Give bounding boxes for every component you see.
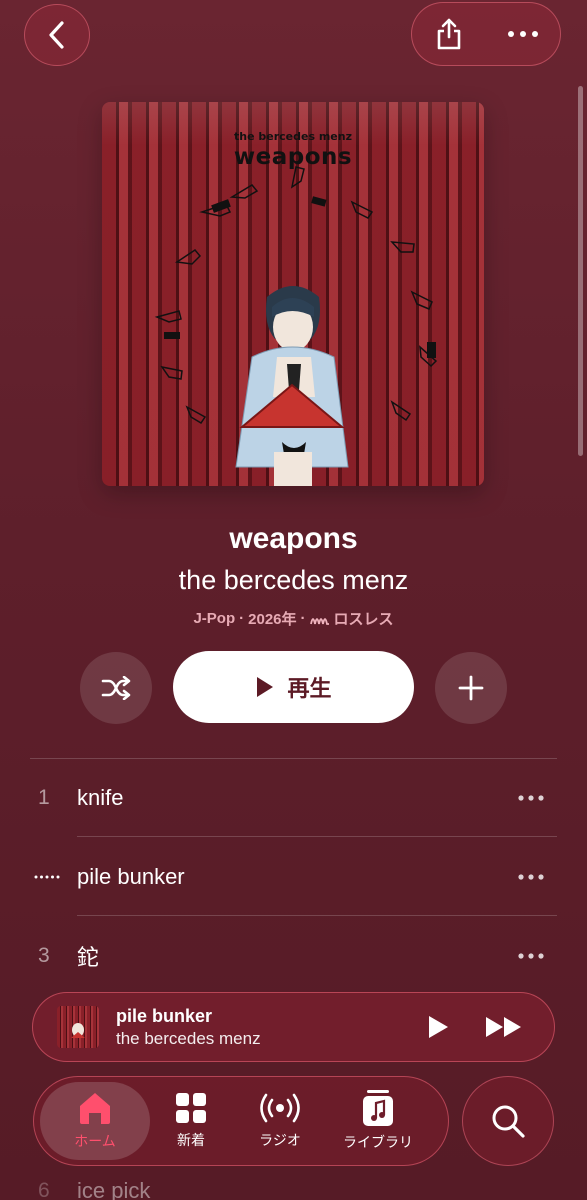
add-to-library-button[interactable] [435,652,507,724]
track-number: 3 [38,944,50,967]
track-more-button[interactable] [501,941,561,971]
divider [77,836,557,837]
track-title: pile bunker [77,864,185,889]
radio-icon [260,1093,300,1123]
album-year: 2026年 [248,611,297,628]
plus-icon [458,675,484,701]
artwork-thumbnail [71,1023,85,1038]
track-number: 1 [38,786,50,809]
scrollbar[interactable] [578,86,583,456]
divider [77,915,557,916]
track-row[interactable]: 6 ice pick [0,1176,587,1200]
album-artwork: the bercedes menz weapons [102,102,484,486]
chevron-left-icon [49,21,64,49]
now-playing-indicator [0,874,77,880]
tab-radio[interactable]: ラジオ [232,1082,328,1160]
album-meta: J-Pop · 2026年 · ロスレス [0,608,587,629]
album-title: weapons [229,522,358,555]
artwork-title-text: weapons [233,144,353,170]
play-button[interactable]: 再生 [173,651,414,723]
tab-new[interactable]: 新着 [150,1082,232,1160]
album-quality: ロスレス [333,611,394,628]
ellipsis-icon [508,31,538,37]
tab-bar: ホーム 新着 ラジオ ライブラリ [33,1076,449,1166]
tab-label: ホーム [74,1133,116,1149]
tab-label: ラジオ [259,1132,301,1148]
track-number: 6 [38,1179,50,1200]
header-actions [411,2,561,66]
track-row[interactable]: pile bunker [0,838,587,916]
mini-player-artist: the bercedes menz [116,1028,261,1048]
ellipsis-icon [518,874,544,880]
track-title: ice pick [77,1178,151,1200]
track-title: knife [77,785,124,810]
mini-player-artwork [57,1006,99,1048]
album-artist-link[interactable]: the bercedes menz [0,565,587,596]
fast-forward-icon [486,1017,521,1037]
mini-play-button[interactable] [418,1007,458,1047]
track-more-button[interactable] [501,783,561,813]
more-button[interactable] [493,6,553,62]
ellipsis-icon [518,795,544,801]
shuffle-button[interactable] [80,652,152,724]
tab-library[interactable]: ライブラリ [328,1082,428,1160]
share-icon [437,18,461,50]
meta-separator: · [300,610,306,627]
tab-home[interactable]: ホーム [40,1082,150,1160]
track-more-button[interactable] [501,862,561,892]
play-icon [429,1016,448,1038]
music-library-icon [363,1090,393,1126]
grid-icon [176,1093,206,1123]
mini-forward-button[interactable] [484,1007,524,1047]
tab-label: ライブラリ [343,1134,413,1150]
album-genre: J-Pop [193,610,236,627]
home-icon [80,1093,110,1124]
track-title: 鉈 [77,945,100,970]
shuffle-icon [101,676,131,700]
artwork-artist-text: the bercedes menz [234,130,352,143]
mini-player-text: pile bunker the bercedes menz [116,1006,418,1049]
tab-label: 新着 [177,1132,205,1148]
play-icon [257,677,274,697]
search-icon [492,1105,525,1138]
track-row[interactable]: 3 鉈 [0,917,587,995]
share-button[interactable] [419,6,479,62]
now-playing-icon [34,875,60,879]
lossless-icon [309,617,329,625]
play-button-label: 再生 [287,676,332,701]
ellipsis-icon [518,953,544,959]
mini-player[interactable]: pile bunker the bercedes menz [32,992,555,1062]
search-button[interactable] [462,1076,554,1166]
mini-player-title: pile bunker [116,1005,213,1026]
track-row[interactable]: 1 knife [0,759,587,837]
back-button[interactable] [24,4,90,66]
meta-separator: · [239,610,245,627]
